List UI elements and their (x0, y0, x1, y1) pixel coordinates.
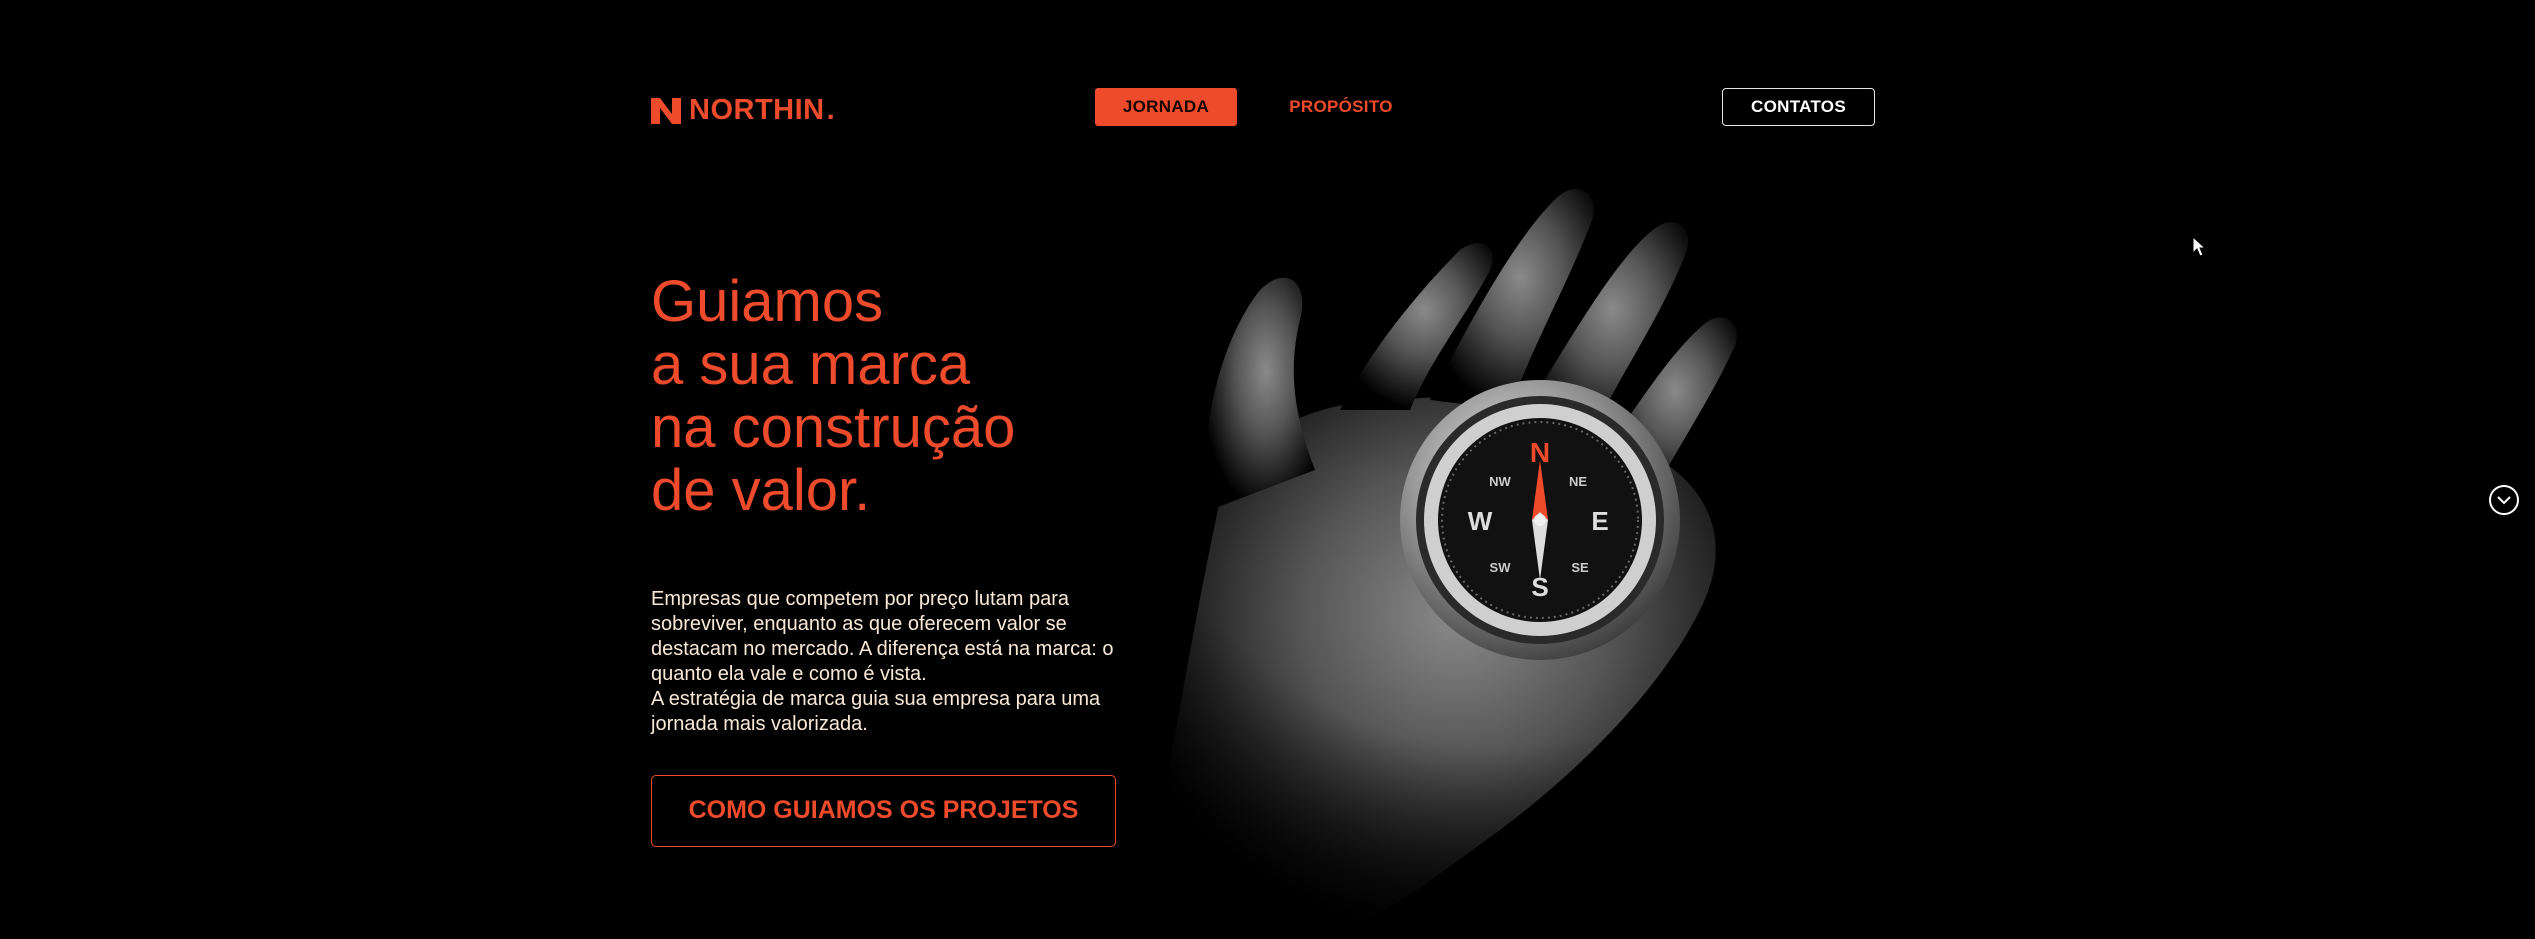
contacts-button[interactable]: CONTATOS (1722, 88, 1875, 126)
n-logo-icon (651, 97, 681, 124)
scroll-down-button[interactable] (2489, 485, 2519, 515)
mouse-cursor-icon (2192, 236, 2206, 257)
hero-image: N E S W NE SE SW NW (1100, 170, 1900, 939)
headline-line: Guiamos (651, 269, 884, 334)
headline-line: na construção (651, 395, 1016, 460)
brand-logo[interactable]: NORTHIN . (651, 94, 835, 127)
chevron-down-circle-icon (2497, 496, 2511, 505)
headline-line: a sua marca (651, 332, 971, 397)
brand-name: NORTHIN (689, 94, 825, 126)
hero-paragraph: A estratégia de marca guia sua empresa p… (651, 688, 1101, 735)
hand-holding-compass: N E S W NE SE SW NW (1100, 170, 1900, 939)
brand-dot: . (826, 94, 835, 126)
nav-item-proposito[interactable]: PROPÓSITO (1280, 88, 1402, 126)
hero-description: Empresas que competem por preço lutam pa… (651, 587, 1151, 737)
nav-item-jornada[interactable]: JORNADA (1095, 88, 1237, 126)
hero-paragraph: Empresas que competem por preço lutam pa… (651, 588, 1114, 685)
hero-headline: Guiamos a sua marca na construção de val… (651, 270, 1015, 522)
how-we-guide-button[interactable]: COMO GUIAMOS OS PROJETOS (651, 775, 1116, 847)
headline-line: de valor. (651, 458, 871, 523)
